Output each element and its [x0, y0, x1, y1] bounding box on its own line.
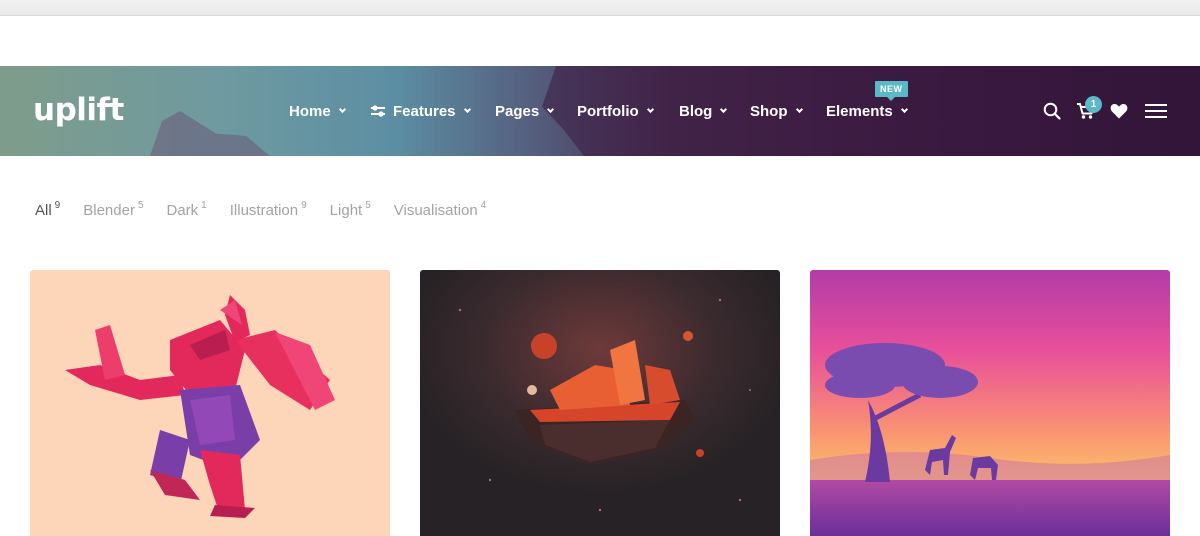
filter-illustration[interactable]: Illustration 9 — [230, 200, 307, 220]
filter-label: Illustration — [229, 202, 299, 219]
browser-top-strip — [0, 0, 1200, 16]
nav-label: Shop — [750, 102, 788, 120]
chevron-down-icon — [720, 105, 728, 114]
search-icon[interactable] — [1043, 102, 1061, 120]
nav-label: Home — [289, 102, 331, 120]
chevron-down-icon — [463, 105, 471, 114]
portfolio-thumbnail — [30, 270, 390, 536]
nav-label: Portfolio — [577, 102, 639, 120]
portfolio-item[interactable] — [30, 270, 390, 536]
filter-label: Light — [329, 202, 363, 219]
filter-visualisation[interactable]: Visualisation 4 — [394, 200, 487, 220]
nav-item-home[interactable]: Home — [289, 100, 346, 122]
chevron-down-icon — [338, 105, 346, 114]
nav-label: Features — [393, 102, 456, 120]
portfolio-thumbnail — [810, 270, 1170, 536]
nav-label: Elements — [826, 102, 893, 120]
filter-count: 5 — [365, 200, 371, 211]
chevron-down-icon — [795, 105, 803, 114]
portfolio-item[interactable] — [810, 270, 1170, 536]
filter-light[interactable]: Light 5 — [330, 200, 371, 220]
portfolio-filters: All 9 Blender 5 Dark 1 Illustration 9 Light 5… — [35, 200, 509, 220]
main-nav: Home Features Pages Portfolio Blog Shop … — [0, 100, 1200, 122]
portfolio-thumbnail — [420, 270, 780, 536]
chevron-down-icon — [900, 105, 908, 114]
nav-label: Blog — [679, 102, 713, 120]
sliders-icon — [371, 105, 385, 117]
filter-dark[interactable]: Dark 1 — [167, 200, 207, 220]
nav-item-blog[interactable]: Blog — [679, 100, 728, 122]
cart-count-badge: 1 — [1085, 96, 1102, 113]
filter-count: 9 — [301, 200, 307, 211]
portfolio-item[interactable] — [420, 270, 780, 536]
nav-item-shop[interactable]: Shop — [750, 100, 803, 122]
chevron-down-icon — [646, 105, 654, 114]
filter-blender[interactable]: Blender 5 — [83, 200, 143, 220]
filter-count: 4 — [480, 200, 487, 211]
filter-count: 1 — [201, 200, 207, 211]
filter-label: Dark — [166, 202, 199, 219]
filter-count: 5 — [137, 200, 144, 211]
filter-label: All — [35, 202, 52, 219]
chevron-down-icon — [547, 105, 555, 114]
filter-label: Visualisation — [393, 202, 478, 219]
filter-label: Blender — [83, 202, 135, 219]
new-badge: NEW — [875, 81, 908, 101]
filter-all[interactable]: All 9 — [35, 200, 60, 220]
nav-label: Pages — [495, 102, 540, 120]
nav-item-portfolio[interactable]: Portfolio — [577, 100, 654, 122]
nav-item-features[interactable]: Features — [370, 100, 471, 122]
nav-item-pages[interactable]: Pages — [495, 100, 555, 122]
heart-icon[interactable] — [1110, 103, 1128, 119]
filter-count: 9 — [54, 200, 61, 211]
nav-item-elements[interactable]: Elements — [826, 100, 908, 122]
menu-icon[interactable] — [1145, 103, 1167, 119]
